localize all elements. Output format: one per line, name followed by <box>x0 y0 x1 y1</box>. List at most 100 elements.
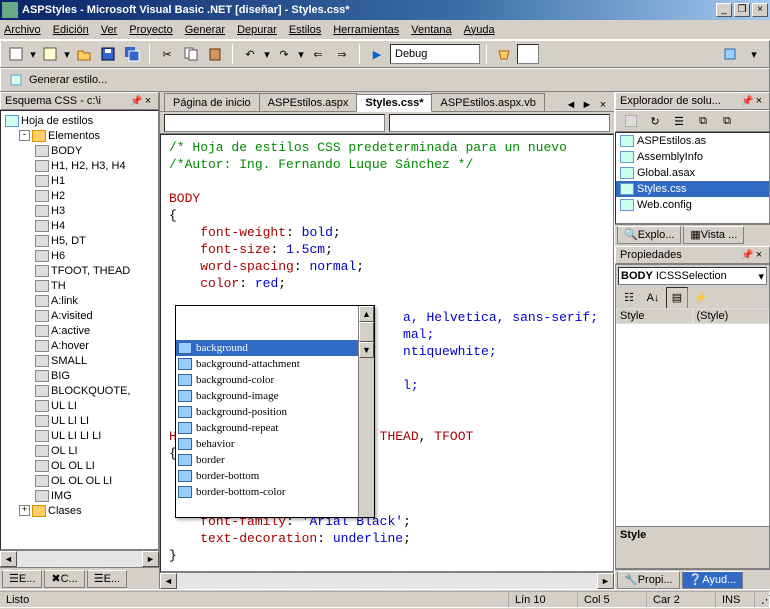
scroll-left-icon[interactable]: ◄ <box>0 551 17 567</box>
build-style-button[interactable]: Generar estilo... <box>29 74 107 86</box>
show-all-button[interactable]: ☰ <box>668 110 690 132</box>
menu-project[interactable]: Proyecto <box>129 24 172 36</box>
categorized-button[interactable]: ☷ <box>618 287 640 309</box>
nav-combo-left[interactable] <box>164 114 385 132</box>
alphabetical-button[interactable]: A↓ <box>642 287 664 309</box>
tree-item[interactable]: H6 <box>1 248 158 263</box>
pin-icon[interactable]: 📌 <box>741 96 751 106</box>
tab-scroll-left[interactable]: ◄ <box>564 99 578 111</box>
events-button[interactable]: ⚡ <box>690 287 712 309</box>
properties-object-combo[interactable]: BODY ICSSSelection▾ <box>618 267 767 285</box>
menu-window[interactable]: Ventana <box>411 24 451 36</box>
doc-tab-2[interactable]: Styles.css* <box>356 94 432 112</box>
tree-item[interactable]: BODY <box>1 143 158 158</box>
pane-close-button[interactable]: × <box>753 249 765 261</box>
menu-file[interactable]: Archivo <box>4 24 41 36</box>
scroll-right-icon[interactable]: ► <box>597 573 614 589</box>
properties-grid[interactable]: Style (Style) <box>616 308 769 324</box>
tree-item[interactable]: A:visited <box>1 308 158 323</box>
collapse-icon[interactable]: - <box>19 130 30 141</box>
find-combo[interactable] <box>517 44 539 64</box>
intellisense-item[interactable]: behavior <box>176 436 374 452</box>
scroll-thumb[interactable] <box>359 322 374 342</box>
add-item-button[interactable] <box>39 43 61 65</box>
file-row[interactable]: Web.config <box>616 197 769 213</box>
left-tab-2[interactable]: ☰ E... <box>87 570 127 588</box>
tree-item[interactable]: OL LI <box>1 443 158 458</box>
sol-tab-explorer[interactable]: 🔍 Explo... <box>617 226 681 244</box>
toolbox-button[interactable] <box>719 43 741 65</box>
cut-button[interactable]: ✂ <box>156 43 178 65</box>
properties-button[interactable]: ⧉ <box>692 110 714 132</box>
menu-tools[interactable]: Herramientas <box>333 24 399 36</box>
intellisense-item[interactable]: background-image <box>176 388 374 404</box>
restore-button[interactable]: ❐ <box>734 3 750 17</box>
prop-value[interactable]: (Style) <box>693 308 770 324</box>
nav-fwd-button[interactable]: ⇒ <box>331 43 353 65</box>
nav-combo-right[interactable] <box>389 114 610 132</box>
file-row[interactable]: Global.asax <box>616 165 769 181</box>
tree-root[interactable]: Hoja de estilos <box>21 115 93 127</box>
tree-item[interactable]: UL LI <box>1 398 158 413</box>
open-button[interactable] <box>73 43 95 65</box>
left-hscroll[interactable]: ◄► <box>0 550 159 567</box>
minimize-button[interactable]: _ <box>716 3 732 17</box>
intellisense-item[interactable]: border-bottom <box>176 468 374 484</box>
properties-view-button[interactable]: ▤ <box>666 287 688 309</box>
file-row[interactable]: ASPEstilos.as <box>616 133 769 149</box>
pane-close-button[interactable]: × <box>142 95 154 107</box>
tree-item[interactable]: A:link <box>1 293 158 308</box>
intellisense-item[interactable]: background <box>176 340 374 356</box>
tree-item[interactable]: A:hover <box>1 338 158 353</box>
pane-close-button[interactable]: × <box>753 95 765 107</box>
tree-item[interactable]: BLOCKQUOTE, <box>1 383 158 398</box>
tree-item[interactable]: SMALL <box>1 353 158 368</box>
save-button[interactable] <box>97 43 119 65</box>
redo-dropdown[interactable]: ▾ <box>297 48 305 61</box>
tree-item[interactable]: TH <box>1 278 158 293</box>
scroll-right-icon[interactable]: ► <box>142 551 159 567</box>
right-tab-help[interactable]: ❔ Ayud... <box>682 571 744 589</box>
intellisense-item[interactable]: border-bottom-color <box>176 484 374 500</box>
tree-item[interactable]: A:active <box>1 323 158 338</box>
doc-tab-3[interactable]: ASPEstilos.aspx.vb <box>431 93 544 111</box>
file-row[interactable]: AssemblyInfo <box>616 149 769 165</box>
tree-item[interactable]: TFOOT, THEAD <box>1 263 158 278</box>
sol-tab-classview[interactable]: ▦ Vista ... <box>683 226 744 244</box>
extra-button[interactable]: ▾ <box>743 43 765 65</box>
file-row[interactable]: Styles.css <box>616 181 769 197</box>
doc-tab-0[interactable]: Página de inicio <box>164 93 260 111</box>
pin-icon[interactable]: 📌 <box>741 250 751 260</box>
intellisense-item[interactable]: background-repeat <box>176 420 374 436</box>
undo-button[interactable]: ↶ <box>239 43 261 65</box>
scroll-left-icon[interactable]: ◄ <box>160 573 177 589</box>
refresh-button[interactable]: ↻ <box>644 110 666 132</box>
new-project-button[interactable] <box>5 43 27 65</box>
tab-close[interactable]: × <box>596 99 610 111</box>
resize-grip[interactable]: ⋰ <box>754 591 770 608</box>
pin-icon[interactable]: 📌 <box>130 96 140 106</box>
intellisense-item[interactable]: background-color <box>176 372 374 388</box>
tree-item[interactable]: H4 <box>1 218 158 233</box>
nav-back-button[interactable]: ⇐ <box>307 43 329 65</box>
tree-item[interactable]: OL OL LI <box>1 458 158 473</box>
config-combo[interactable]: Debug <box>390 44 480 64</box>
intellisense-item[interactable]: background-attachment <box>176 356 374 372</box>
doc-tab-1[interactable]: ASPEstilos.aspx <box>259 93 358 111</box>
menu-view[interactable]: Ver <box>101 24 118 36</box>
close-button[interactable]: × <box>752 3 768 17</box>
tree-item[interactable]: UL LI LI LI <box>1 428 158 443</box>
tree-item[interactable]: H5, DT <box>1 233 158 248</box>
tree-item[interactable]: UL LI LI <box>1 413 158 428</box>
css-outline-tree[interactable]: Hoja de estilos -Elementos BODYH1, H2, H… <box>0 110 159 550</box>
tree-item[interactable]: BIG <box>1 368 158 383</box>
tree-folder-classes[interactable]: Clases <box>48 505 82 517</box>
tree-item[interactable]: H1 <box>1 173 158 188</box>
tree-item[interactable]: H1, H2, H3, H4 <box>1 158 158 173</box>
redo-button[interactable]: ↷ <box>273 43 295 65</box>
add-item-dropdown[interactable]: ▾ <box>63 48 71 61</box>
tree-item[interactable]: H3 <box>1 203 158 218</box>
intellisense-item[interactable]: border <box>176 452 374 468</box>
right-tab-props[interactable]: 🔧 Propi... <box>617 571 680 589</box>
view-code-button[interactable] <box>620 110 642 132</box>
